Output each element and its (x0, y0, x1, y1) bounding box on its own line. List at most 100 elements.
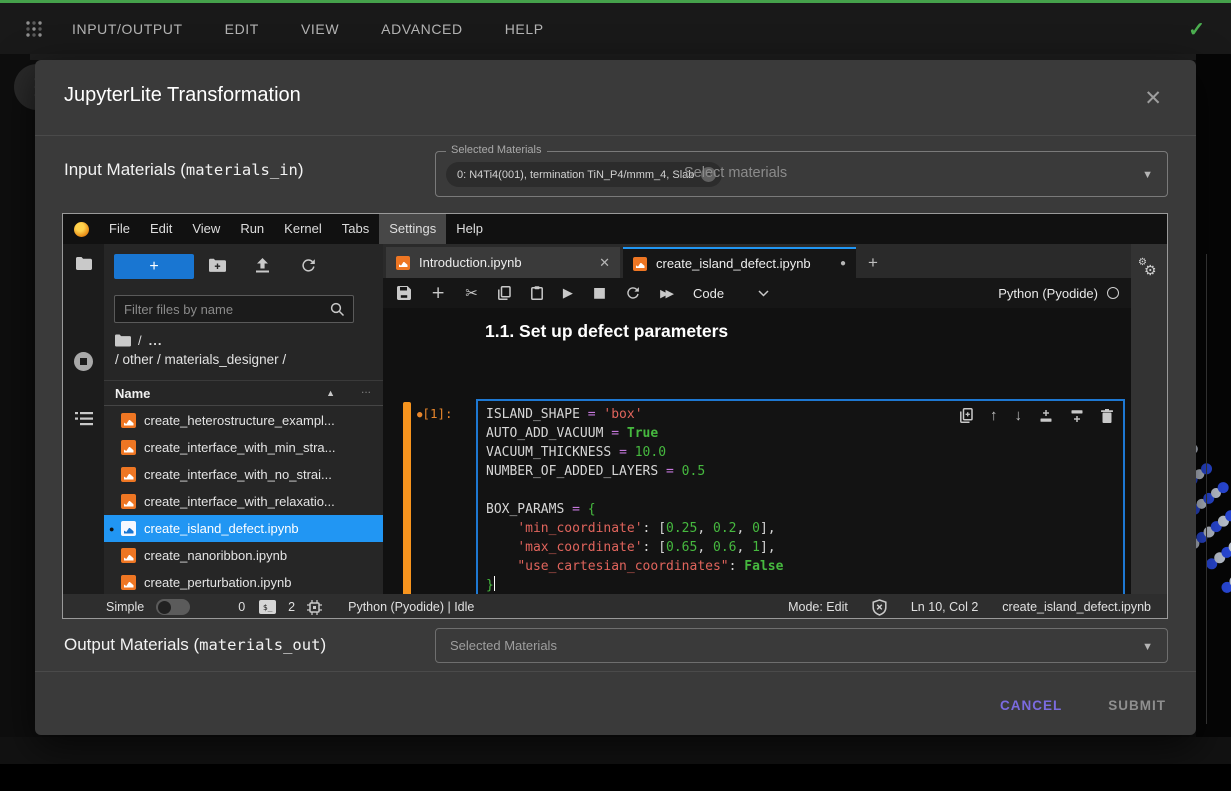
stop-kernel-icon[interactable]: ■ (593, 285, 606, 301)
jupyter-menu-help[interactable]: Help (446, 214, 493, 244)
duplicate-cell-icon[interactable] (960, 408, 973, 423)
code-line: NUMBER_OF_ADDED_LAYERS = 0.5 (486, 462, 783, 481)
divider (35, 671, 1196, 672)
header-more-icon[interactable]: ... (361, 382, 371, 396)
editor-mode[interactable]: Mode: Edit (788, 600, 848, 614)
jupyter-menu-kernel[interactable]: Kernel (274, 214, 332, 244)
tab-close-icon[interactable]: ✕ (599, 255, 610, 271)
output-label-prefix: Output Materials ( (64, 635, 199, 654)
app-menu-edit[interactable]: EDIT (225, 21, 259, 37)
tab-create-island-defect[interactable]: create_island_defect.ipynb ● (623, 247, 856, 278)
chevron-down-icon: ▼ (1142, 641, 1153, 653)
running-kernels-tab-icon[interactable] (74, 352, 93, 371)
insert-cell-below-icon[interactable] (1070, 409, 1084, 423)
application-window: INPUT/OUTPUTEDITVIEWADVANCEDHELP ✓ (0, 0, 1231, 791)
output-materials-select[interactable]: Selected Materials ▼ (435, 628, 1168, 663)
submit-button[interactable]: SUBMIT (1108, 698, 1166, 713)
new-tab-button[interactable]: + (859, 247, 887, 278)
cancel-button[interactable]: CANCEL (1000, 698, 1062, 713)
jupyter-menu-view[interactable]: View (182, 214, 230, 244)
terminal-icon[interactable]: $_ (259, 600, 276, 614)
file-row[interactable]: ●create_interface_with_min_stra... (104, 434, 383, 461)
unit-cell-edge (1206, 254, 1207, 724)
save-icon[interactable] (397, 286, 411, 300)
file-row[interactable]: ●create_island_defect.ipynb (104, 515, 383, 542)
jupyter-menu-settings[interactable]: Settings (379, 214, 446, 244)
terminals-count[interactable]: 0 (238, 600, 245, 614)
cell-type-dropdown[interactable]: Code (693, 286, 769, 301)
upload-icon[interactable] (255, 258, 270, 273)
kernels-count[interactable]: 2 (288, 600, 295, 614)
file-browser-tab-icon[interactable] (75, 256, 93, 271)
search-icon (330, 302, 345, 317)
refresh-icon[interactable] (301, 258, 316, 273)
jupyter-logo-icon (74, 222, 89, 237)
tab-label: create_island_defect.ipynb (656, 256, 811, 271)
move-cell-down-icon[interactable]: ↓ (1015, 407, 1023, 424)
jupyter-menu-file[interactable]: File (99, 214, 140, 244)
tab-label: Introduction.ipynb (419, 255, 522, 270)
materials-3d-viewer[interactable] (1196, 54, 1231, 737)
kernel-status-text[interactable]: Python (Pyodide) | Idle (348, 600, 474, 614)
app-menu-bar: INPUT/OUTPUTEDITVIEWADVANCEDHELP ✓ (0, 3, 1231, 54)
jupyter-menu-tabs[interactable]: Tabs (332, 214, 379, 244)
home-folder-icon[interactable] (115, 334, 131, 347)
kernel-indicator[interactable]: Python (Pyodide) (998, 286, 1119, 301)
sort-ascending-icon[interactable]: ▲ (326, 388, 335, 398)
breadcrumb-path[interactable]: / other / materials_designer / (115, 352, 286, 367)
app-menu-advanced[interactable]: ADVANCED (381, 21, 463, 37)
notebook-file-icon (396, 256, 410, 270)
file-name: create_interface_with_no_strai... (144, 467, 332, 482)
notebook-panel: Introduction.ipynb ✕ create_island_defec… (383, 244, 1131, 594)
file-row[interactable]: ●create_perturbation.ipynb (104, 569, 383, 594)
new-folder-icon[interactable] (209, 258, 226, 272)
sort-by-name[interactable]: Name (115, 386, 150, 401)
simple-mode-toggle[interactable] (156, 599, 190, 615)
app-grid-logo-icon[interactable] (24, 19, 44, 39)
filter-files-input[interactable]: Filter files by name (114, 295, 354, 323)
property-inspector-gears-icon[interactable]: ⚙⚙ (1137, 258, 1157, 277)
new-launcher-button[interactable]: + (114, 254, 194, 279)
run-cell-icon[interactable]: ▶ (563, 286, 573, 301)
tab-introduction[interactable]: Introduction.ipynb ✕ (386, 247, 620, 278)
input-materials-label: Input Materials (materials_in) (64, 160, 304, 180)
cell-collapser[interactable] (403, 402, 411, 596)
dialog-title: JupyterLite Transformation (64, 84, 301, 107)
jupyter-menu-edit[interactable]: Edit (140, 214, 182, 244)
copy-cells-icon[interactable] (498, 286, 511, 300)
delete-cell-icon[interactable] (1101, 409, 1113, 423)
file-row[interactable]: ●create_nanoribbon.ipynb (104, 542, 383, 569)
output-label-code: materials_out (199, 636, 320, 654)
notebook-content[interactable]: 1.1. Set up defect parameters ●[1]: ISLA… (383, 308, 1131, 594)
code-line: "use_cartesian_coordinates": False (486, 557, 783, 576)
file-row[interactable]: ●create_heterostructure_exampl... (104, 407, 383, 434)
file-row[interactable]: ●create_interface_with_no_strai... (104, 461, 383, 488)
file-name: create_interface_with_min_stra... (144, 440, 335, 455)
cut-cells-icon[interactable]: ✂ (465, 284, 478, 302)
app-menu-view[interactable]: VIEW (301, 21, 339, 37)
material-chip[interactable]: 0: N4Ti4(001), termination TiN_P4/mmm_4,… (446, 162, 722, 187)
notebook-file-icon (121, 575, 136, 590)
cursor-position[interactable]: Ln 10, Col 2 (911, 600, 978, 614)
notebook-tab-bar: Introduction.ipynb ✕ create_island_defec… (383, 244, 1131, 278)
file-row[interactable]: ●create_interface_with_relaxatio... (104, 488, 383, 515)
code-lines: ISLAND_SHAPE = 'box'AUTO_ADD_VACUUM = Tr… (486, 405, 783, 595)
breadcrumb: / ... (115, 333, 162, 348)
code-cell-editor[interactable]: ISLAND_SHAPE = 'box'AUTO_ADD_VACUUM = Tr… (476, 399, 1125, 600)
table-of-contents-tab-icon[interactable] (75, 412, 93, 426)
selected-materials-select[interactable]: Selected Materials 0: N4Ti4(001), termin… (435, 151, 1168, 197)
move-cell-up-icon[interactable]: ↑ (990, 407, 998, 424)
jupyter-menu-run[interactable]: Run (230, 214, 274, 244)
breadcrumb-collapsed[interactable]: ... (149, 333, 163, 348)
cell-prompt: ●[1]: (417, 406, 453, 421)
app-menu-help[interactable]: HELP (505, 21, 544, 37)
restart-kernel-icon[interactable] (626, 286, 640, 300)
insert-cell-icon[interactable]: + (431, 283, 445, 303)
insert-cell-above-icon[interactable] (1039, 409, 1053, 423)
jupyterlite-transformation-dialog: JupyterLite Transformation ✕ Input Mater… (35, 60, 1196, 735)
paste-cells-icon[interactable] (531, 286, 543, 300)
restart-run-all-icon[interactable]: ▶▶ (660, 287, 671, 300)
code-line: 'min_coordinate': [0.25, 0.2, 0], (486, 519, 783, 538)
app-menu-input-output[interactable]: INPUT/OUTPUT (72, 21, 183, 37)
close-icon[interactable]: ✕ (1144, 86, 1162, 111)
